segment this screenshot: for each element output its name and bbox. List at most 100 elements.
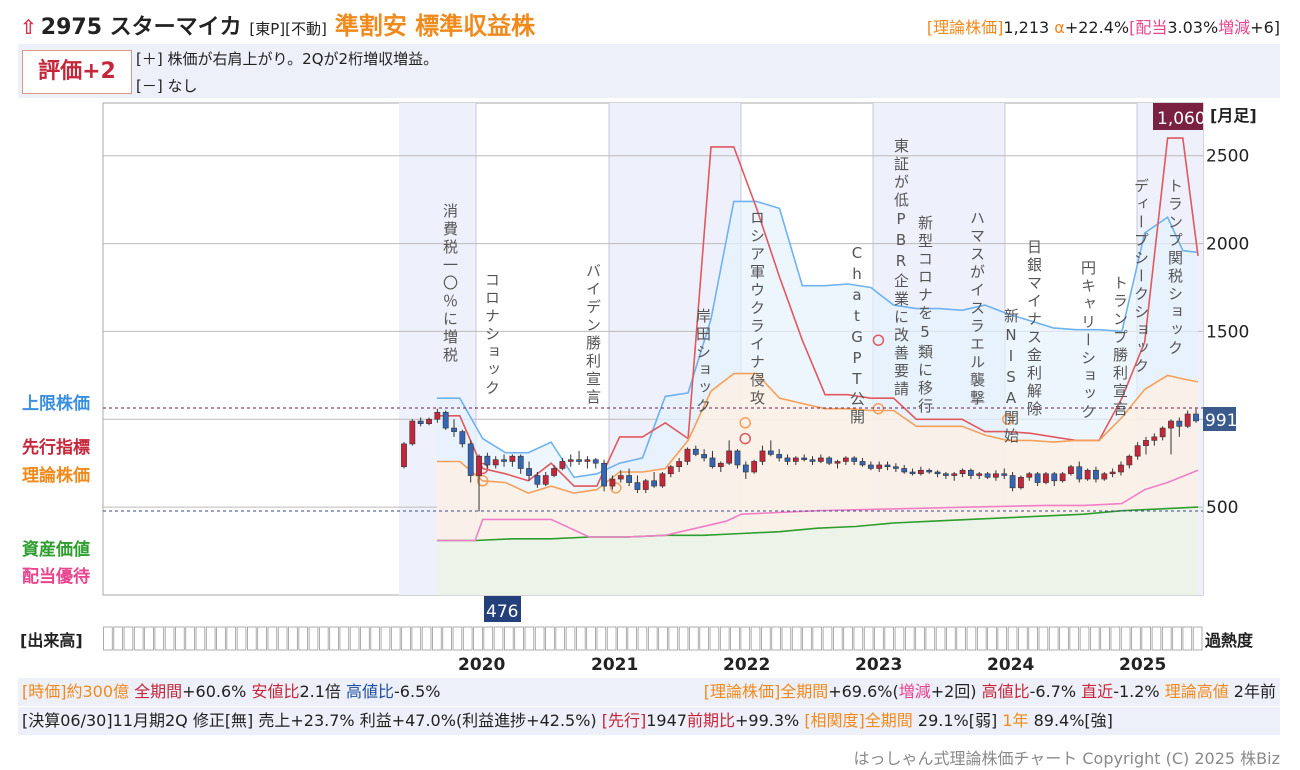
copyright: はっしゃん式理論株価チャート Copyright (C) 2025 株Biz	[853, 749, 1280, 768]
footer-line2-segment: 29.1%[弱]	[912, 711, 1003, 730]
volume-cell	[1161, 626, 1172, 651]
volume-cell	[113, 626, 123, 651]
candle-body	[984, 473, 991, 478]
volume-cell	[1018, 626, 1028, 651]
x-tick-label: 2021	[591, 655, 638, 675]
volume-cell	[401, 626, 411, 651]
event-label: トランプ関税ショック	[1166, 178, 1184, 358]
candle-body	[567, 459, 574, 462]
current-price-label: 991	[1205, 411, 1237, 431]
volume-cell	[236, 626, 247, 651]
volume-cell	[277, 626, 288, 651]
candle-body	[542, 475, 549, 485]
footer-earnings-summary: [決算06/30]11月期2Q 修正[無] 売上+23.7% 利益+47.0%(…	[22, 711, 1113, 730]
heat-label: 過熱度	[1205, 631, 1254, 650]
candle-body	[417, 420, 424, 424]
candle-body	[667, 466, 674, 475]
candle-body	[409, 420, 416, 445]
volume-cell	[339, 626, 350, 651]
candle-body	[792, 457, 799, 462]
event-label: ロシア軍ウクライナ侵攻	[748, 210, 766, 408]
volume-cell	[1038, 626, 1049, 651]
event-label: コロナショック	[483, 272, 501, 398]
volume-cell	[288, 626, 298, 651]
volume-cell	[524, 626, 535, 651]
volume-cell	[658, 626, 668, 651]
candle-body	[1168, 420, 1174, 429]
y-tick-label: 2000	[1206, 235, 1249, 255]
volume-cell	[1059, 626, 1069, 651]
volume-cell	[349, 626, 360, 651]
footer-line-2: [決算06/30]11月期2Q 修正[無] 売上+23.7% 利益+47.0%(…	[18, 707, 1280, 735]
volume-cell	[976, 626, 987, 651]
volume-cell	[1079, 626, 1090, 651]
volume-cell	[874, 626, 884, 651]
candle-body	[401, 443, 407, 468]
volume-cell	[421, 626, 432, 651]
event-label: 新NISA開始	[1002, 308, 1020, 446]
footer-line2-segment: 89.4%[強]	[1028, 711, 1113, 730]
footer-line2-segment: 前期比	[686, 711, 735, 730]
candle-body	[584, 459, 591, 462]
candle-body	[1134, 445, 1141, 457]
x-tick-label: 2020	[458, 655, 505, 675]
candle-body	[517, 455, 524, 469]
footer-line1-right-segment: 直近	[1081, 682, 1114, 701]
volume-cell	[185, 626, 195, 651]
volume-cell	[637, 626, 648, 651]
candle-body	[617, 475, 624, 480]
candle-body	[684, 448, 691, 462]
volume-cell	[1100, 626, 1110, 651]
footer-line1-left-segment: +60.6%	[182, 682, 252, 701]
volume-cell	[791, 626, 802, 651]
volume-cell	[473, 626, 483, 651]
volume-cell	[1120, 626, 1131, 651]
volume-cell	[627, 626, 637, 651]
candle-body	[1043, 473, 1049, 483]
volume-cell	[1182, 626, 1193, 651]
candle-body	[592, 459, 599, 464]
volume-cell	[247, 626, 257, 651]
volume-cell	[863, 626, 874, 651]
volume-cell	[298, 626, 309, 651]
candle-body	[1001, 473, 1008, 476]
volume-cell	[103, 626, 113, 651]
candle-body	[559, 461, 566, 469]
footer-line1-left-segment: 全期間	[129, 682, 183, 701]
candle-body	[867, 464, 874, 469]
volume-cell	[1069, 626, 1080, 651]
candle-body	[876, 464, 883, 469]
footer-line1-left-segment: 高値比	[346, 682, 395, 701]
candle-body	[734, 450, 741, 466]
candle-body	[709, 457, 716, 468]
candle-body	[534, 475, 541, 485]
candle-body	[1193, 413, 1199, 422]
volume-cell	[781, 626, 792, 651]
candle-body	[717, 462, 724, 468]
volume-cell	[545, 626, 555, 651]
footer-line1-right-segment: -6.7%	[1029, 682, 1082, 701]
candle-body	[909, 471, 916, 475]
volume-cell	[380, 626, 391, 651]
candle-body	[1126, 455, 1133, 466]
footer-line1-left-segment: 2.1倍	[299, 682, 347, 701]
volume-cell	[555, 626, 566, 651]
footer-line1-left-segment: 安値比	[251, 682, 300, 701]
volume-cell	[678, 626, 689, 651]
volume-cell	[565, 626, 576, 651]
candle-body	[917, 469, 924, 475]
candle-body	[784, 457, 791, 462]
candle-body	[501, 459, 507, 462]
footer-line1-right-segment: 2年前	[1228, 682, 1276, 701]
volume-cell	[647, 626, 658, 651]
candle-body	[609, 478, 616, 487]
volume-cell	[257, 626, 267, 651]
candle-body	[634, 482, 641, 490]
candle-body	[809, 459, 816, 462]
price-chart: 500 1500 2000 2500 [月足] 消費税一〇％に増税 コロナショック バイデン勝…	[102, 102, 1257, 675]
candle-body	[842, 457, 849, 462]
candle-body	[426, 418, 432, 424]
volume-cell	[617, 626, 627, 651]
footer-line2-segment: [相関度]全期間	[804, 711, 913, 730]
candle-body	[759, 450, 766, 462]
